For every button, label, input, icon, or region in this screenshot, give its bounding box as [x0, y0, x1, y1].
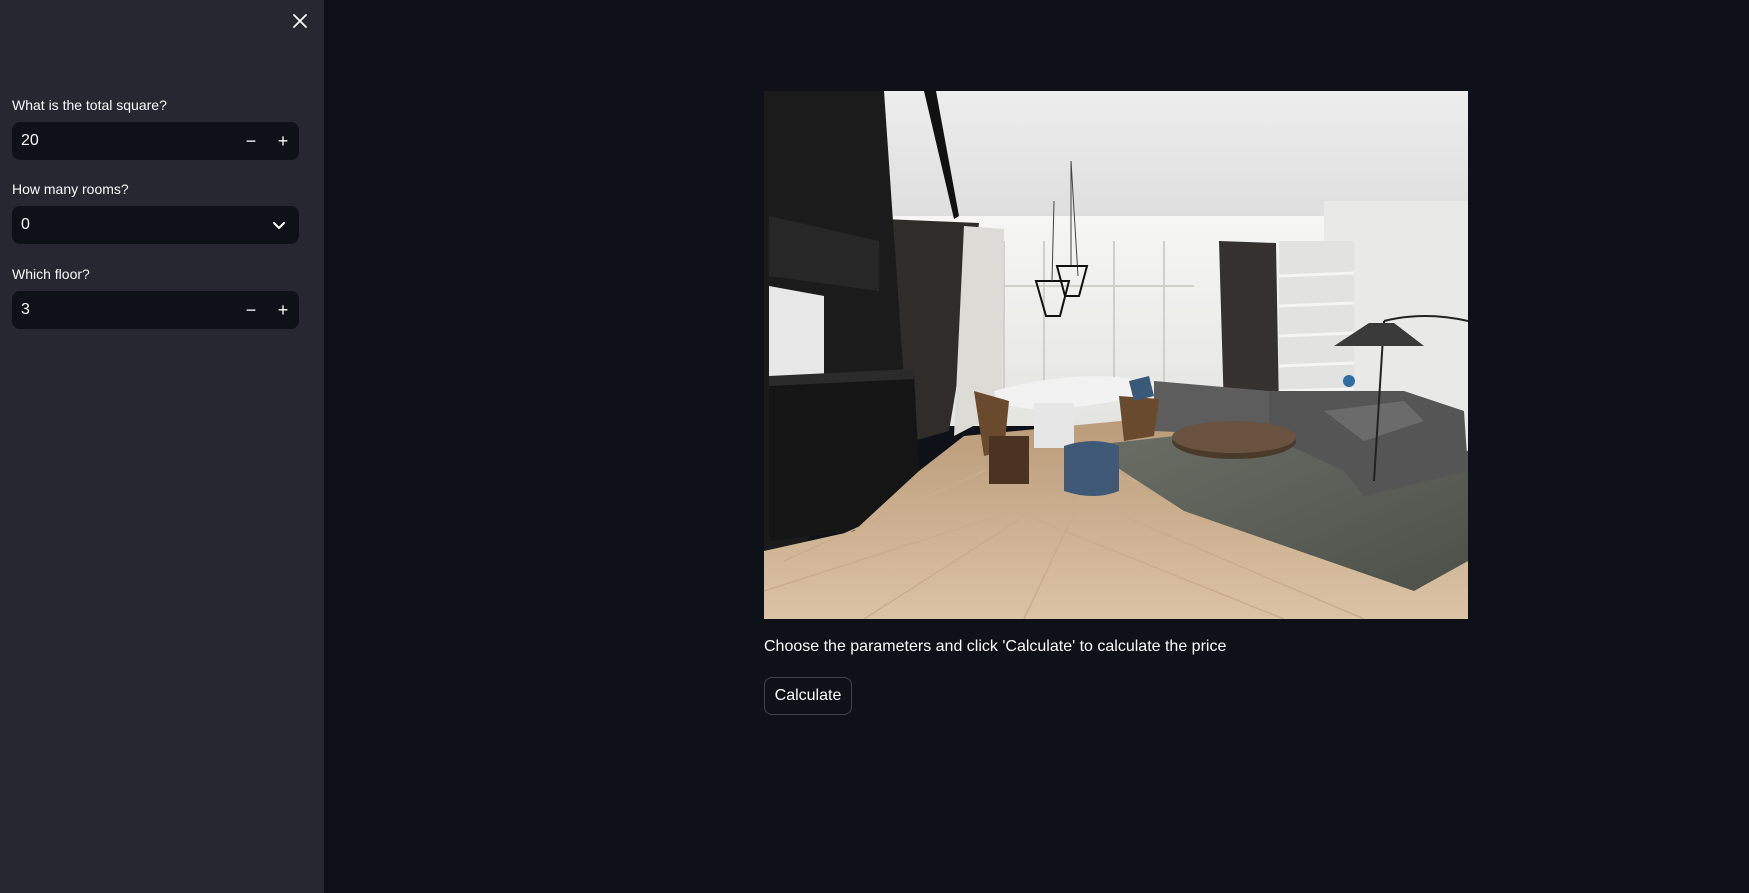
total-square-stepper: − +: [12, 122, 299, 160]
rooms-label: How many rooms?: [12, 181, 129, 197]
floor-increment-button[interactable]: +: [267, 291, 299, 329]
rooms-selected-value: 0: [21, 216, 30, 233]
app-root: What is the total square? − + How many r…: [0, 0, 1749, 893]
rooms-select[interactable]: 0: [12, 206, 299, 244]
close-icon: [293, 14, 307, 28]
plus-icon: +: [277, 130, 289, 151]
sidebar: What is the total square? − + How many r…: [0, 0, 324, 893]
instruction-text: Choose the parameters and click 'Calcula…: [764, 638, 1227, 655]
total-square-label: What is the total square?: [12, 97, 167, 113]
minus-icon: −: [245, 130, 257, 151]
chevron-down-icon: [259, 206, 299, 244]
total-square-increment-button[interactable]: +: [267, 122, 299, 160]
floor-stepper: − +: [12, 291, 299, 329]
close-sidebar-button[interactable]: [288, 9, 312, 33]
minus-icon: −: [245, 299, 257, 320]
floor-input[interactable]: [12, 301, 235, 319]
plus-icon: +: [277, 299, 289, 320]
total-square-input[interactable]: [12, 132, 235, 150]
interior-image: [764, 91, 1468, 619]
total-square-decrement-button[interactable]: −: [235, 122, 267, 160]
floor-label: Which floor?: [12, 266, 90, 282]
calculate-button[interactable]: Calculate: [764, 677, 852, 715]
floor-decrement-button[interactable]: −: [235, 291, 267, 329]
